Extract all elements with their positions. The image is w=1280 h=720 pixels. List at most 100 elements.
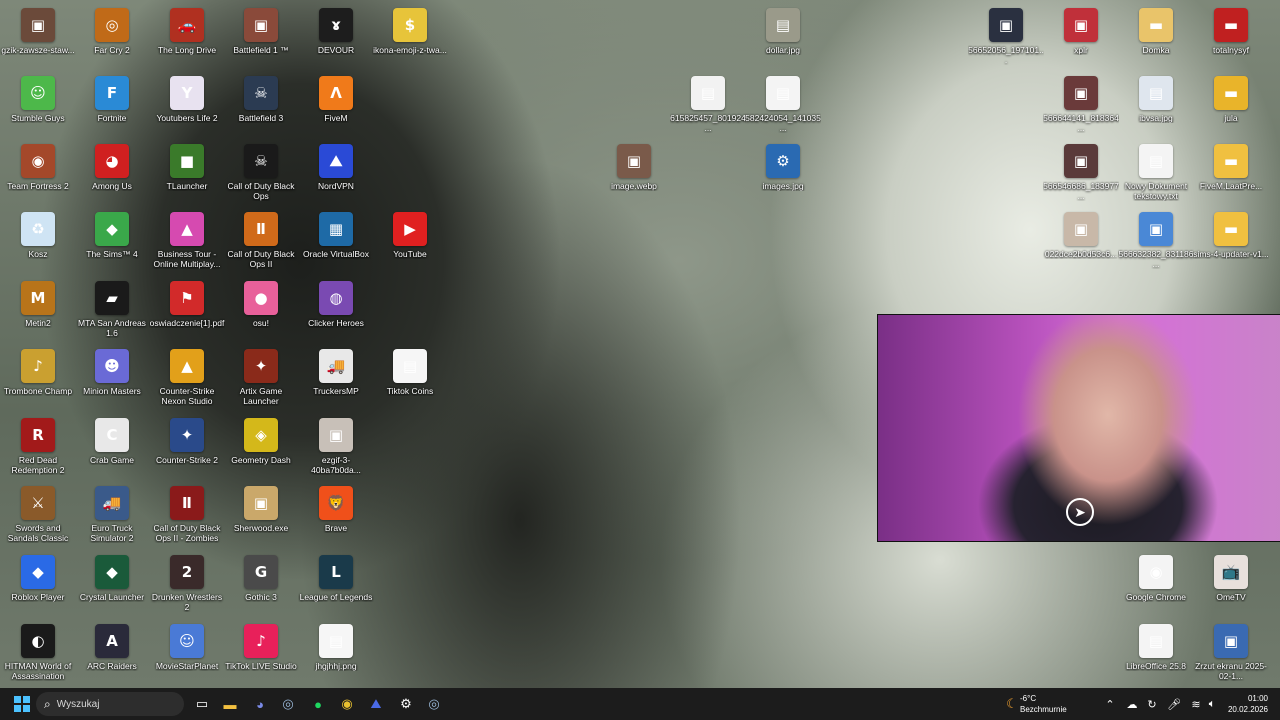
desktop-icon[interactable]: ◉ Google Chrome [1118,551,1194,619]
desktop-icon[interactable]: Ⅱ Call of Duty Black Ops II - Zombies [149,482,225,550]
desktop-icon[interactable]: ▤ LibreOffice 25.8 [1118,620,1194,688]
desktop-icon[interactable]: ◕ Among Us [74,140,150,208]
desktop-icon[interactable]: ◍ Clicker Heroes [298,277,374,345]
desktop-icon[interactable]: ▬ sims-4-updater-v1... [1193,208,1269,276]
desktop-icon[interactable]: ☻ Minion Masters [74,345,150,413]
settings-gear-icon[interactable]: ⚙ [392,690,420,718]
desktop-icon[interactable]: ✦ Counter-Strike 2 [149,414,225,482]
chrome-icon[interactable]: ◉ [333,690,361,718]
desktop-icon[interactable]: ▤ dollar.jpg [745,4,821,72]
desktop-icon[interactable]: 🚗 The Long Drive [149,4,225,72]
desktop-icon[interactable]: ▶ YouTube [372,208,448,276]
desktop-icon[interactable]: ▲ Counter-Strike Nexon Studio [149,345,225,413]
desktop-icon[interactable]: ● osu! [223,277,299,345]
desktop-icon[interactable]: ■ TLauncher [149,140,225,208]
desktop-icon[interactable]: ▤ 582424054_141035... [745,72,821,140]
taskbar-search[interactable]: ⌕ Wyszukaj [36,692,184,716]
desktop-icon[interactable]: ♪ TikTok LIVE Studio [223,620,299,688]
desktop-icon[interactable]: ▤ 615825457_801924... [670,72,746,140]
desktop-icon[interactable]: ☺ MovieStarPlanet [149,620,225,688]
start-button[interactable] [8,690,36,718]
desktop-icon[interactable]: ▬ Domka [1118,4,1194,72]
desktop-icon[interactable]: ◈ Geometry Dash [223,414,299,482]
desktop-icon[interactable]: ♪ Trombone Champ [0,345,76,413]
desktop-icon[interactable]: ▣ 56652056_197101... [968,4,1044,72]
desktop-icon[interactable]: ▤ jhgjhhj.png [298,620,374,688]
desktop-icon[interactable]: ◆ Crystal Launcher [74,551,150,619]
desktop-icon[interactable]: ♻ Kosz [0,208,76,276]
clock-date[interactable]: 20.02.2026 [1222,705,1268,715]
share-arrow-icon[interactable]: ➤ [1066,498,1094,526]
steam-secondary-icon[interactable]: ◎ [420,690,448,718]
desktop-icon[interactable]: 🚚 TruckersMP [298,345,374,413]
desktop-icon[interactable]: ▣ 566632382_831186... [1118,208,1194,276]
desktop-icon[interactable]: ▤ Tiktok Coins [372,345,448,413]
desktop-icon[interactable]: Y Youtubers Life 2 [149,72,225,140]
spotify-icon[interactable]: ● [304,690,332,718]
desktop-icon[interactable]: R Red Dead Redemption 2 [0,414,76,482]
desktop-icon-label: Among Us [92,181,132,191]
desktop-icon-image: 📺 [1214,555,1248,589]
desktop-icon-label: MTA San Andreas 1.6 [78,318,146,338]
desktop-icon[interactable]: ◆ The Sims™ 4 [74,208,150,276]
desktop-icon[interactable]: 2 Drunken Wrestlers 2 [149,551,225,619]
file-explorer-icon[interactable]: ▬ [216,690,244,718]
desktop-icon[interactable]: ▣ Sherwood.exe [223,482,299,550]
nordvpn-icon[interactable]: ⛰ [362,690,390,718]
desktop-icon[interactable]: ▬ jula [1193,72,1269,140]
desktop-icon[interactable]: F Fortnite [74,72,150,140]
desktop-icon-image: ▦ [319,212,353,246]
desktop-icon[interactable]: ☠ Battlefield 3 [223,72,299,140]
desktop-icon[interactable]: 🚚 Euro Truck Simulator 2 [74,482,150,550]
desktop-icon[interactable]: ▣ image.webp [596,140,672,208]
desktop-icon-image: ▤ [691,76,725,110]
desktop-icon[interactable]: ▤ Nowy Dokument tekstowy.txt [1118,140,1194,208]
desktop-icon[interactable]: C Crab Game [74,414,150,482]
steam-icon[interactable]: ◎ [274,690,302,718]
desktop-icon[interactable]: ▣ Zrzut ekranu 2025-02-1... [1193,620,1269,688]
desktop-icon-label: TruckersMP [313,386,359,396]
desktop-icon[interactable]: ▦ Oracle VirtualBox [298,208,374,276]
desktop-icon[interactable]: $ ikona-emoji-z-twa... [372,4,448,72]
desktop-icon[interactable]: ◉ Team Fortress 2 [0,140,76,208]
desktop-icon[interactable]: ▣ 566546686_183977... [1043,140,1119,208]
desktop-icon-image: ◉ [21,144,55,178]
desktop-icon[interactable]: ▬ totalnysyf [1193,4,1269,72]
desktop-icon[interactable]: ɤ DEVOUR [298,4,374,72]
desktop-icon[interactable]: ◎ Far Cry 2 [74,4,150,72]
desktop-icon[interactable]: ▰ MTA San Andreas 1.6 [74,277,150,345]
desktop-icon[interactable]: ✦ Artix Game Launcher [223,345,299,413]
desktop-icon[interactable]: 🦁 Brave [298,482,374,550]
desktop-icon[interactable]: G Gothic 3 [223,551,299,619]
desktop-icon[interactable]: 📺 OmeTV [1193,551,1269,619]
desktop-icon-label: sims-4-updater-v1... [1193,249,1269,259]
desktop-icon[interactable]: ▣ 022dce2b0d53c6... [1043,208,1119,276]
desktop-icon[interactable]: M Metin2 [0,277,76,345]
desktop-icon[interactable]: ◐ HITMAN World of Assassination [0,620,76,688]
desktop-icon-label: 56652056_197101... [968,45,1044,65]
desktop-icon[interactable]: Ⅱ Call of Duty Black Ops II [223,208,299,276]
desktop-icon[interactable]: ⚔ Swords and Sandals Classic Collection [0,482,76,550]
desktop-icon[interactable]: A ARC Raiders [74,620,150,688]
desktop-icon[interactable]: ▣ xplr [1043,4,1119,72]
desktop-icon[interactable]: ▣ 566644141_818364... [1043,72,1119,140]
desktop-icon[interactable]: ▣ ezgif-3-40ba7b0da... [298,414,374,482]
clock-time[interactable]: 01:00 [1228,694,1268,704]
desktop-icon[interactable]: Λ FiveM [298,72,374,140]
desktop-icon[interactable]: ▣ gzik-zawsze-staw... [0,4,76,72]
desktop-icon[interactable]: ▬ FiveM.LaatPre... [1193,140,1269,208]
desktop-icon[interactable]: L League of Legends [298,551,374,619]
desktop-icon-label: Team Fortress 2 [7,181,69,191]
desktop-icon[interactable]: ⚙ images.jpg [745,140,821,208]
discord-icon[interactable]: ◕ [246,690,274,718]
search-placeholder: Wyszukaj [56,698,100,710]
desktop-icon[interactable]: ☺ Stumble Guys [0,72,76,140]
desktop-icon[interactable]: ◆ Roblox Player [0,551,76,619]
desktop-icon[interactable]: ⚑ oswiadczenie[1].pdf [149,277,225,345]
desktop-icon[interactable]: ▣ Battlefield 1 ™ [223,4,299,72]
desktop-icon[interactable]: ▤ ibvsa.jpg [1118,72,1194,140]
desktop-icon[interactable]: ☠ Call of Duty Black Ops [223,140,299,208]
desktop-icon[interactable]: ⛰ NordVPN [298,140,374,208]
desktop-icon[interactable]: ▲ Business Tour - Online Multiplay... [149,208,225,276]
task-view-icon[interactable]: ▭ [188,690,216,718]
